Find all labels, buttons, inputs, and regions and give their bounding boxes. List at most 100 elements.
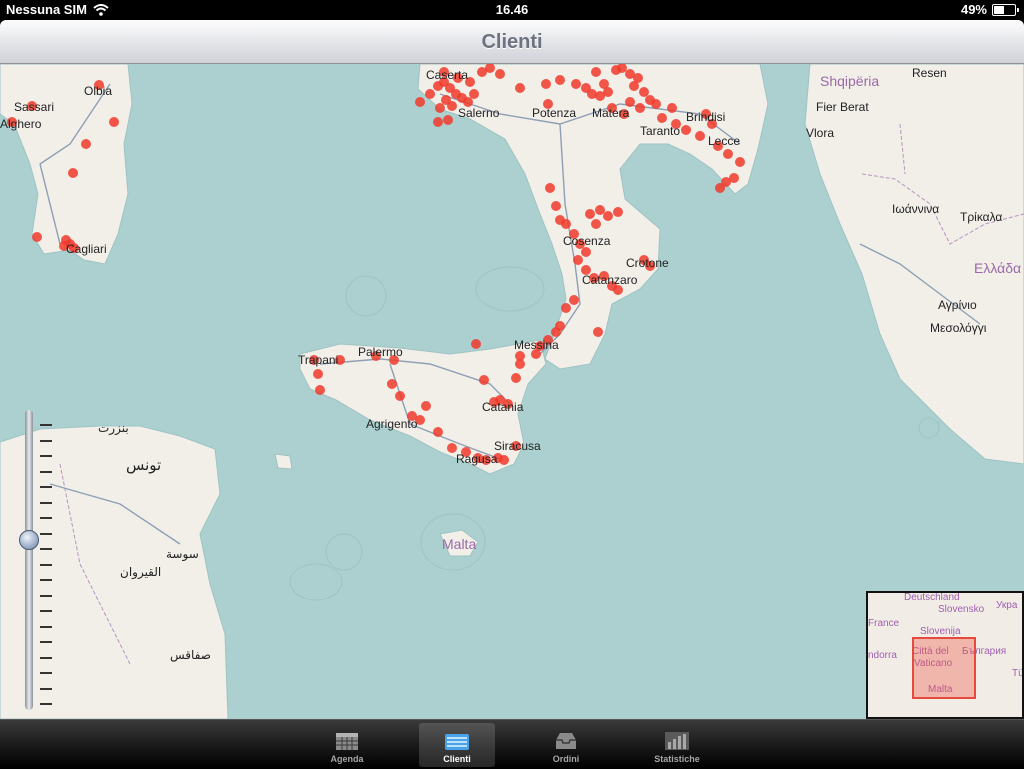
map-label-alghero: Alghero: [0, 117, 42, 131]
zoom-tick: [40, 563, 52, 566]
client-marker[interactable]: [551, 201, 561, 211]
zoom-tick: [40, 424, 52, 426]
client-marker[interactable]: [639, 87, 649, 97]
zoom-tick: [40, 501, 52, 504]
client-marker[interactable]: [551, 327, 561, 337]
client-marker[interactable]: [715, 183, 725, 193]
tab-bar: Agenda Clienti Ordini Statistiche: [0, 719, 1024, 769]
map-label-sassari: Sassari: [14, 100, 55, 114]
tab-statistiche[interactable]: Statistiche: [639, 723, 715, 767]
overview-label-andorra: ndorra: [868, 650, 897, 661]
clock: 16.46: [495, 2, 529, 17]
client-marker[interactable]: [629, 81, 639, 91]
client-marker[interactable]: [315, 385, 325, 395]
client-marker[interactable]: [545, 183, 555, 193]
battery-icon: [992, 3, 1019, 16]
zoom-tick: [40, 439, 52, 442]
client-marker[interactable]: [395, 391, 405, 401]
client-marker[interactable]: [569, 295, 579, 305]
zoom-track[interactable]: [25, 410, 33, 710]
map-label-sousse: سوسة: [166, 547, 199, 561]
map-label-brindisi: Brindisi: [686, 110, 726, 124]
map-label-bizerte: بنزرت: [98, 421, 129, 435]
client-marker[interactable]: [495, 69, 505, 79]
small-island: [274, 453, 293, 470]
map-view[interactable]: Sassari Olbia Alghero Cagliari Caserta S…: [0, 64, 1024, 719]
client-marker[interactable]: [421, 401, 431, 411]
zoom-tick: [40, 610, 52, 612]
client-marker[interactable]: [585, 209, 595, 219]
client-marker[interactable]: [571, 79, 581, 89]
client-marker[interactable]: [515, 359, 525, 369]
client-marker[interactable]: [68, 168, 78, 178]
tab-agenda-label: Agenda: [330, 754, 364, 764]
navigation-bar: Clienti: [0, 20, 1024, 64]
zoom-slider-thumb[interactable]: [19, 530, 39, 550]
client-marker[interactable]: [555, 75, 565, 85]
overview-viewport-rect[interactable]: [912, 637, 976, 699]
client-marker[interactable]: [595, 205, 605, 215]
client-marker[interactable]: [657, 113, 667, 123]
client-marker[interactable]: [723, 149, 733, 159]
client-marker[interactable]: [499, 455, 509, 465]
client-marker[interactable]: [435, 103, 445, 113]
client-marker[interactable]: [433, 117, 443, 127]
client-marker[interactable]: [433, 427, 443, 437]
client-marker[interactable]: [425, 89, 435, 99]
overview-label-slovensko: Slovensko: [938, 604, 985, 615]
zoom-tick: [40, 579, 52, 581]
map-label-salerno: Salerno: [458, 106, 500, 120]
map-label-vlora: Vlora: [806, 126, 835, 140]
client-marker[interactable]: [695, 131, 705, 141]
client-marker[interactable]: [561, 219, 571, 229]
client-marker[interactable]: [735, 157, 745, 167]
client-marker[interactable]: [581, 247, 591, 257]
client-marker[interactable]: [479, 375, 489, 385]
client-marker[interactable]: [593, 327, 603, 337]
client-marker[interactable]: [561, 303, 571, 313]
client-marker[interactable]: [591, 219, 601, 229]
battery-indicator: 49%: [961, 2, 1019, 17]
client-marker[interactable]: [599, 79, 609, 89]
zoom-tick: [40, 532, 52, 535]
client-marker[interactable]: [603, 211, 613, 221]
client-marker[interactable]: [587, 89, 597, 99]
zoom-slider[interactable]: [14, 410, 52, 719]
client-marker[interactable]: [387, 379, 397, 389]
client-marker[interactable]: [541, 79, 551, 89]
overview-minimap[interactable]: Deutschland Slovensko Укра France Sloven…: [866, 591, 1024, 719]
client-marker[interactable]: [447, 101, 457, 111]
client-marker[interactable]: [109, 117, 119, 127]
client-marker[interactable]: [313, 369, 323, 379]
overview-label-france: France: [868, 618, 900, 629]
zoom-tick: [40, 641, 52, 643]
client-marker[interactable]: [573, 255, 583, 265]
tab-ordini[interactable]: Ordini: [528, 723, 604, 767]
client-marker[interactable]: [591, 67, 601, 77]
zoom-tick: [40, 455, 52, 457]
tab-agenda[interactable]: Agenda: [309, 723, 385, 767]
client-marker[interactable]: [469, 89, 479, 99]
tab-clienti[interactable]: Clienti: [419, 723, 495, 767]
zoom-tick: [40, 594, 52, 597]
client-marker[interactable]: [635, 103, 645, 113]
tab-statistiche-label: Statistiche: [654, 754, 700, 764]
client-marker[interactable]: [681, 125, 691, 135]
client-marker[interactable]: [32, 232, 42, 242]
client-marker[interactable]: [515, 83, 525, 93]
zoom-tick: [40, 470, 52, 473]
map-label-trikala: Τρίκαλα: [960, 210, 1003, 224]
client-marker[interactable]: [651, 99, 661, 109]
client-marker[interactable]: [613, 207, 623, 217]
client-marker[interactable]: [471, 339, 481, 349]
client-marker[interactable]: [667, 103, 677, 113]
map-label-siracusa: Siracusa: [494, 439, 541, 453]
client-marker[interactable]: [443, 115, 453, 125]
tab-ordini-label: Ordini: [552, 754, 580, 764]
client-marker[interactable]: [81, 139, 91, 149]
overview-label-tu: Tü: [1012, 668, 1024, 679]
zoom-tick: [40, 548, 52, 550]
client-marker[interactable]: [415, 97, 425, 107]
map-label-potenza: Potenza: [532, 106, 577, 120]
client-marker[interactable]: [511, 373, 521, 383]
